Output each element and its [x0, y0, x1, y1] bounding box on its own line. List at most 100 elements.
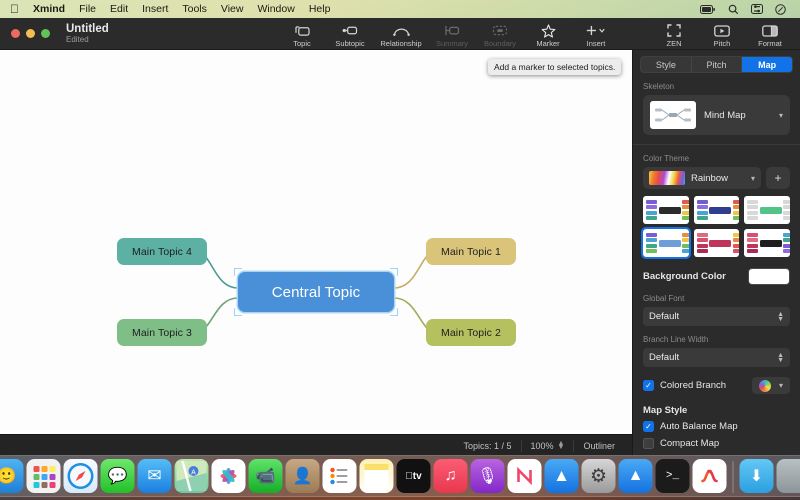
chevron-down-icon[interactable]: ▾ — [779, 381, 783, 390]
dock-item-podcasts[interactable]: 🎙 — [471, 459, 505, 493]
chevron-down-icon[interactable]: ▾ — [751, 174, 755, 183]
zoom-control[interactable]: 100% ▲▼ — [522, 435, 574, 457]
menu-item-file[interactable]: File — [72, 0, 103, 18]
dock-item-safari[interactable] — [64, 459, 98, 493]
theme-swatch-branches — [697, 200, 708, 221]
dock-item-xmind[interactable] — [693, 459, 727, 493]
topic-label: Main Topic 3 — [132, 327, 192, 339]
mindmap-canvas[interactable]: Main Topic 4 Main Topic 3 Main Topic 1 M… — [0, 50, 632, 456]
topic-node-main-topic-2[interactable]: Main Topic 2 — [426, 319, 516, 346]
dock-item-maps[interactable]: A — [175, 459, 209, 493]
dock-item-terminal[interactable]: >_ — [656, 459, 690, 493]
maximize-button[interactable] — [41, 29, 50, 38]
selection-handle-bottom-left[interactable] — [234, 308, 242, 316]
compact-map-checkbox[interactable]: ✓ — [643, 438, 654, 449]
chevron-down-icon[interactable]: ▾ — [779, 111, 783, 120]
minimize-button[interactable] — [26, 29, 35, 38]
document-edit-state: Edited — [66, 36, 109, 44]
theme-swatch-branches — [747, 200, 758, 221]
dock-item-contacts[interactable]: 👤 — [286, 459, 320, 493]
selection-handle-top-left[interactable] — [234, 268, 242, 276]
menu-item-insert[interactable]: Insert — [135, 0, 175, 18]
sidebar-tab-group: Style Pitch Map — [640, 56, 793, 73]
dock-item-system-settings[interactable]: ⚙ — [582, 459, 616, 493]
zoom-stepper-icon[interactable]: ▲▼ — [558, 442, 565, 450]
format-panel-icon — [762, 23, 778, 38]
toolbar-format-button[interactable]: Format — [746, 20, 794, 48]
menu-item-xmind[interactable]: Xmind — [26, 0, 72, 18]
theme-swatch-5[interactable] — [694, 229, 740, 257]
theme-swatch-2[interactable] — [694, 196, 740, 224]
dock-item-notes[interactable] — [360, 459, 394, 493]
compact-map-row: ✓ Compact Map — [643, 438, 790, 449]
dock-item-xcode[interactable]: ▲ — [619, 459, 653, 493]
topic-node-main-topic-4[interactable]: Main Topic 4 — [117, 238, 207, 265]
color-theme-selector[interactable]: Rainbow ▾ — [643, 167, 761, 189]
apple-menu-icon[interactable]:  — [8, 0, 26, 18]
selection-handle-bottom-right[interactable] — [390, 308, 398, 316]
dock-item-messages[interactable]: 💬 — [101, 459, 135, 493]
auto-balance-map-checkbox[interactable]: ✓ — [643, 421, 654, 432]
global-font-label: Global Font — [643, 294, 790, 303]
menu-item-help[interactable]: Help — [302, 0, 338, 18]
theme-swatch-branches — [646, 200, 657, 221]
branch-line-width-select[interactable]: Default ▲▼ — [643, 348, 790, 367]
background-color-swatch[interactable] — [748, 268, 790, 285]
toolbar-subtopic-button[interactable]: Subtopic — [326, 20, 374, 48]
search-icon[interactable] — [722, 4, 745, 15]
selection-handle-top-right[interactable] — [390, 268, 398, 276]
toolbar-marker-button[interactable]: Marker — [524, 20, 572, 48]
toolbar-summary-button[interactable]: Summary — [428, 20, 476, 48]
dock-item-photos[interactable] — [212, 459, 246, 493]
font-section: Global Font Default ▲▼ Branch Line Width… — [633, 294, 800, 394]
tab-pitch[interactable]: Pitch — [692, 57, 743, 72]
dock-item-mail[interactable]: ✉ — [138, 459, 172, 493]
color-theme-value: Rainbow — [691, 173, 745, 184]
siri-icon[interactable] — [769, 4, 792, 15]
branch-color-picker[interactable]: ▾ — [752, 377, 790, 394]
dock-item-downloads-folder[interactable]: ⬇ — [740, 459, 774, 493]
menu-item-edit[interactable]: Edit — [103, 0, 135, 18]
dock-item-facetime[interactable]: 📹 — [249, 459, 283, 493]
topic-node-main-topic-3[interactable]: Main Topic 3 — [117, 319, 207, 346]
skeleton-selector[interactable]: Mind Map ▾ — [643, 95, 790, 135]
dock-item-music[interactable]: ♫ — [434, 459, 468, 493]
menu-item-tools[interactable]: Tools — [175, 0, 214, 18]
theme-swatch-1[interactable] — [643, 196, 689, 224]
theme-swatch-3[interactable] — [744, 196, 790, 224]
menu-item-window[interactable]: Window — [250, 0, 301, 18]
dock-item-launchpad[interactable] — [27, 459, 61, 493]
toolbar-pitch-button[interactable]: Pitch — [698, 20, 746, 48]
dock-item-finder[interactable]: 🙂 — [0, 459, 24, 493]
theme-swatch-6[interactable] — [744, 229, 790, 257]
tab-style[interactable]: Style — [641, 57, 692, 72]
toolbar-insert-button[interactable]: Insert — [572, 20, 620, 48]
theme-swatch-4[interactable] — [643, 229, 689, 257]
toolbar-boundary-button[interactable]: Boundary — [476, 20, 524, 48]
toolbar-topic-button[interactable]: Topic — [278, 20, 326, 48]
toolbar-relationship-button[interactable]: Relationship — [374, 20, 428, 48]
menu-item-view[interactable]: View — [214, 0, 251, 18]
control-center-icon[interactable] — [745, 4, 769, 14]
colored-branch-checkbox[interactable]: ✓ — [643, 380, 654, 391]
dock-item-reminders[interactable] — [323, 459, 357, 493]
format-sidebar: Style Pitch Map Skeleton — [632, 50, 800, 456]
dock-item-trash[interactable] — [777, 459, 800, 493]
central-topic-node[interactable]: Central Topic — [238, 272, 394, 312]
rainbow-swatch-icon — [649, 171, 685, 185]
stepper-icon[interactable]: ▲▼ — [777, 353, 784, 363]
dock-item-news[interactable] — [508, 459, 542, 493]
tab-map[interactable]: Map — [742, 57, 792, 72]
dock-item-apple-tv[interactable]: tv — [397, 459, 431, 493]
outliner-button[interactable]: Outliner — [574, 435, 624, 457]
battery-icon[interactable] — [694, 5, 722, 14]
global-font-select[interactable]: Default ▲▼ — [643, 307, 790, 326]
add-theme-button[interactable]: + — [766, 167, 790, 189]
stepper-icon[interactable]: ▲▼ — [777, 312, 784, 322]
theme-swatch-center — [709, 240, 731, 247]
window-controls[interactable] — [0, 29, 50, 38]
topic-node-main-topic-1[interactable]: Main Topic 1 — [426, 238, 516, 265]
close-button[interactable] — [11, 29, 20, 38]
toolbar-zen-button[interactable]: ZEN — [650, 20, 698, 48]
dock-item-app-store[interactable]: ▲ — [545, 459, 579, 493]
